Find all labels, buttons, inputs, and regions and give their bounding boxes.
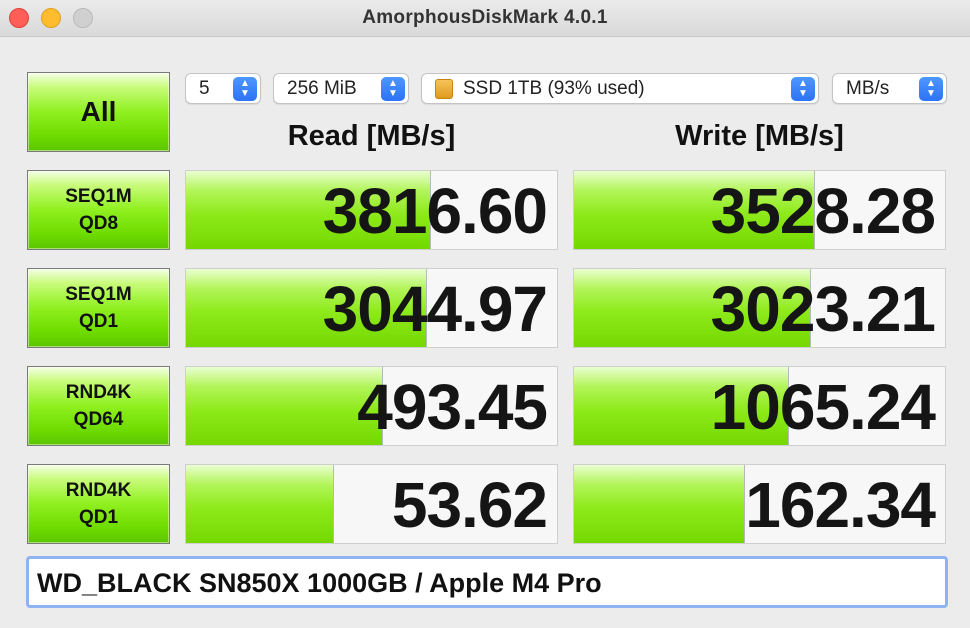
read-result-value: 3816.60 — [322, 175, 548, 247]
write-result-value: 1065.24 — [710, 371, 936, 443]
title-bar: AmorphousDiskMark 4.0.1 — [0, 0, 970, 37]
test-label-line1: RND4K — [65, 382, 132, 403]
test-label-line2: QD1 — [78, 507, 119, 528]
write-column-header: Write [MB/s] — [675, 120, 844, 152]
write-result-value: 162.34 — [745, 469, 936, 541]
all-tests-button[interactable]: All — [27, 72, 170, 152]
unit-select[interactable]: MB/s ▲ ▼ — [832, 73, 947, 104]
test-size-value: 256 MiB — [287, 77, 357, 99]
test-label-line2: QD64 — [73, 409, 124, 430]
read-result-value: 3044.97 — [322, 273, 548, 345]
read-column-header: Read [MB/s] — [287, 120, 456, 152]
write-result-meter: 1065.24 — [573, 366, 946, 446]
unit-value: MB/s — [846, 77, 890, 99]
test-label-line1: SEQ1M — [65, 284, 132, 305]
disk-icon — [435, 78, 453, 99]
test-count-select[interactable]: 5 ▲ ▼ — [185, 73, 261, 104]
comment-field[interactable]: WD_BLACK SN850X 1000GB / Apple M4 Pro — [26, 556, 948, 608]
rnd4k-qd64-button[interactable]: RND4K QD64 — [27, 366, 170, 446]
all-tests-label: All — [80, 96, 117, 127]
write-result-meter: 3528.28 — [573, 170, 946, 250]
read-result-meter: 493.45 — [185, 366, 558, 446]
chevron-up-down-icon: ▲ ▼ — [791, 77, 815, 101]
app-window: AmorphousDiskMark 4.0.1 All 5 ▲ ▼ 256 MiB… — [0, 0, 970, 628]
write-result-value: 3023.21 — [710, 273, 936, 345]
rnd4k-qd1-button[interactable]: RND4K QD1 — [27, 464, 170, 544]
drive-value: SSD 1TB (93% used) — [463, 77, 645, 99]
read-fill-bar — [186, 465, 335, 543]
drive-select[interactable]: SSD 1TB (93% used) ▲ ▼ — [421, 73, 819, 104]
chevron-up-down-icon: ▲ ▼ — [233, 77, 257, 101]
write-result-meter: 162.34 — [573, 464, 946, 544]
test-count-value: 5 — [199, 77, 210, 99]
test-size-select[interactable]: 256 MiB ▲ ▼ — [273, 73, 409, 104]
window-title: AmorphousDiskMark 4.0.1 — [362, 7, 608, 28]
write-fill-bar — [574, 465, 745, 543]
read-result-meter: 53.62 — [185, 464, 558, 544]
test-label-line2: QD1 — [78, 311, 119, 332]
chevron-up-down-icon: ▲ ▼ — [381, 77, 405, 101]
write-result-value: 3528.28 — [710, 175, 936, 247]
read-fill-bar — [186, 367, 383, 445]
test-label-line1: RND4K — [65, 480, 132, 501]
read-result-value: 53.62 — [391, 469, 548, 541]
read-result-meter: 3044.97 — [185, 268, 558, 348]
test-label-line1: SEQ1M — [65, 186, 132, 207]
test-label-line2: QD8 — [78, 213, 119, 234]
seq1m-qd8-button[interactable]: SEQ1M QD8 — [27, 170, 170, 250]
seq1m-qd1-button[interactable]: SEQ1M QD1 — [27, 268, 170, 348]
write-result-meter: 3023.21 — [573, 268, 946, 348]
chevron-up-down-icon: ▲ ▼ — [919, 77, 943, 101]
read-result-meter: 3816.60 — [185, 170, 558, 250]
read-result-value: 493.45 — [357, 371, 548, 443]
